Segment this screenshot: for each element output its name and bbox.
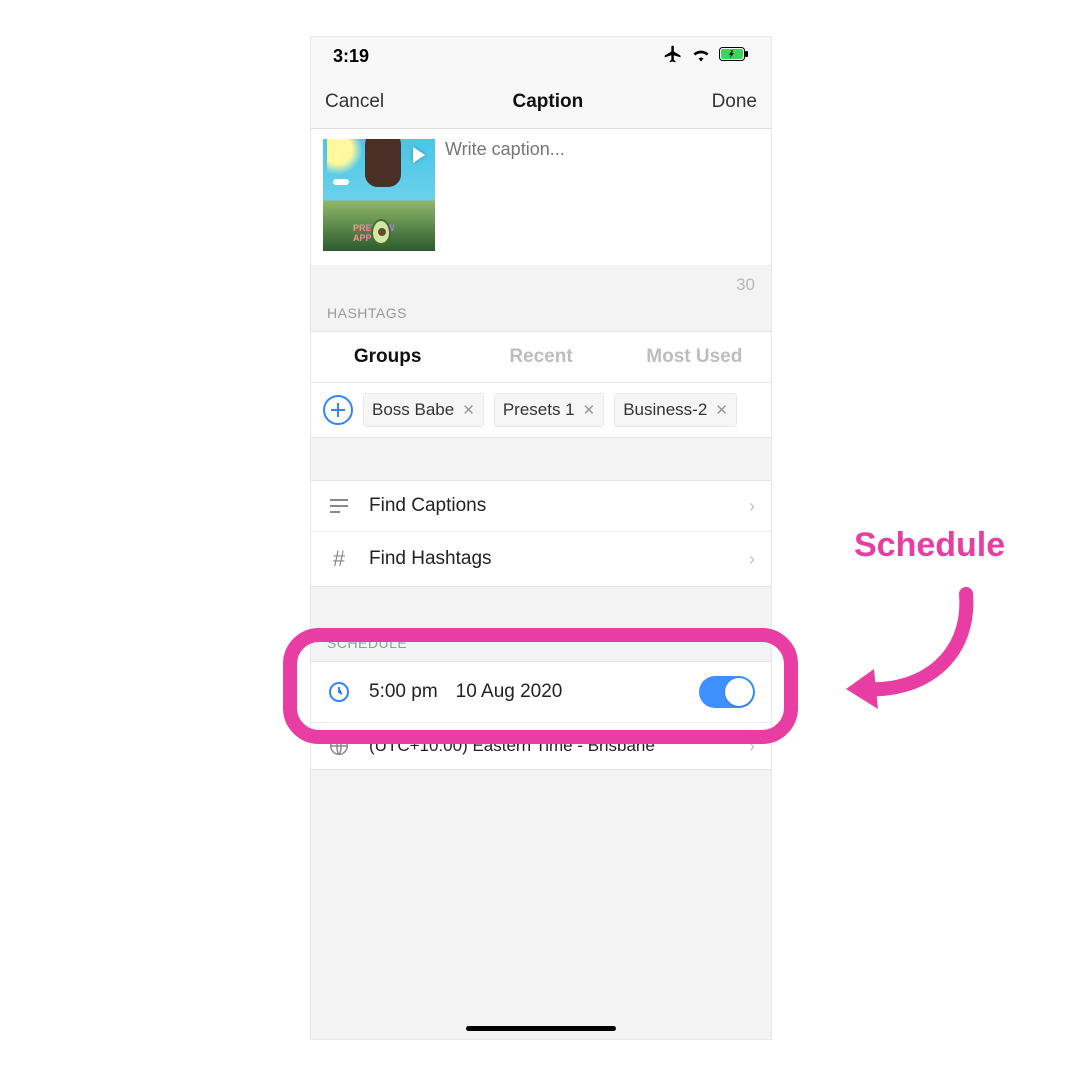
caption-input[interactable] bbox=[445, 139, 759, 251]
hashtag-chip-row: Boss Babe ✕ Presets 1 ✕ Business-2 ✕ bbox=[311, 383, 771, 438]
play-icon bbox=[413, 147, 425, 163]
hashtags-section-label: HASHTAGS bbox=[311, 299, 771, 331]
schedule-toggle[interactable] bbox=[699, 676, 755, 708]
battery-charging-icon bbox=[719, 47, 749, 66]
find-captions-row[interactable]: Find Captions › bbox=[311, 481, 771, 532]
clock-icon bbox=[327, 680, 351, 704]
tab-recent[interactable]: Recent bbox=[464, 332, 617, 382]
find-hashtags-row[interactable]: # Find Hashtags › bbox=[311, 532, 771, 586]
cancel-button[interactable]: Cancel bbox=[325, 91, 384, 113]
annotation-label: Schedule bbox=[854, 526, 1005, 565]
phone-frame: 3:19 Cancel Caption Done PREVIEW APP 30 bbox=[310, 36, 772, 1040]
chip-remove-icon[interactable]: ✕ bbox=[462, 401, 475, 419]
hash-icon: # bbox=[327, 546, 351, 572]
schedule-datetime-row[interactable]: 5:00 pm 10 Aug 2020 bbox=[311, 662, 771, 722]
chip-label: Business-2 bbox=[623, 400, 707, 420]
text-lines-icon bbox=[327, 498, 351, 514]
hashtag-chip[interactable]: Presets 1 ✕ bbox=[494, 393, 604, 427]
tab-groups[interactable]: Groups bbox=[311, 332, 464, 382]
home-indicator bbox=[466, 1026, 616, 1031]
add-hashtag-group-button[interactable] bbox=[323, 395, 353, 425]
status-time: 3:19 bbox=[333, 46, 369, 67]
annotation-arrow-icon bbox=[836, 574, 986, 724]
chevron-right-icon: › bbox=[749, 549, 755, 570]
done-button[interactable]: Done bbox=[712, 91, 757, 113]
caption-area: PREVIEW APP bbox=[311, 129, 771, 265]
status-icons bbox=[663, 44, 749, 69]
tools-list: Find Captions › # Find Hashtags › bbox=[311, 480, 771, 587]
schedule-time: 5:00 pm bbox=[369, 681, 438, 703]
tab-most-used[interactable]: Most Used bbox=[618, 332, 771, 382]
schedule-block: 5:00 pm 10 Aug 2020 (UTC+10:00) Eastern … bbox=[311, 661, 771, 770]
chip-label: Presets 1 bbox=[503, 400, 575, 420]
chip-remove-icon[interactable]: ✕ bbox=[715, 401, 728, 419]
caption-count: 30 bbox=[311, 265, 771, 299]
hashtag-chip[interactable]: Business-2 ✕ bbox=[614, 393, 737, 427]
media-thumbnail[interactable]: PREVIEW APP bbox=[323, 139, 435, 251]
chevron-right-icon: › bbox=[749, 736, 755, 757]
timezone-label: (UTC+10:00) Eastern Time - Brisbane bbox=[369, 736, 731, 756]
wifi-icon bbox=[691, 46, 711, 67]
hashtag-chip[interactable]: Boss Babe ✕ bbox=[363, 393, 484, 427]
row-label: Find Captions bbox=[369, 495, 731, 517]
hashtag-tabs: Groups Recent Most Used bbox=[311, 331, 771, 383]
timezone-row[interactable]: (UTC+10:00) Eastern Time - Brisbane › bbox=[311, 722, 771, 769]
status-bar: 3:19 bbox=[311, 37, 771, 75]
chip-label: Boss Babe bbox=[372, 400, 454, 420]
chevron-right-icon: › bbox=[749, 496, 755, 517]
schedule-date: 10 Aug 2020 bbox=[456, 681, 563, 703]
nav-title: Caption bbox=[513, 91, 584, 113]
nav-bar: Cancel Caption Done bbox=[311, 75, 771, 129]
globe-icon bbox=[327, 735, 351, 757]
row-label: Find Hashtags bbox=[369, 548, 731, 570]
airplane-mode-icon bbox=[663, 44, 683, 69]
chip-remove-icon[interactable]: ✕ bbox=[583, 401, 596, 419]
schedule-section-label: SCHEDULE bbox=[311, 629, 771, 661]
